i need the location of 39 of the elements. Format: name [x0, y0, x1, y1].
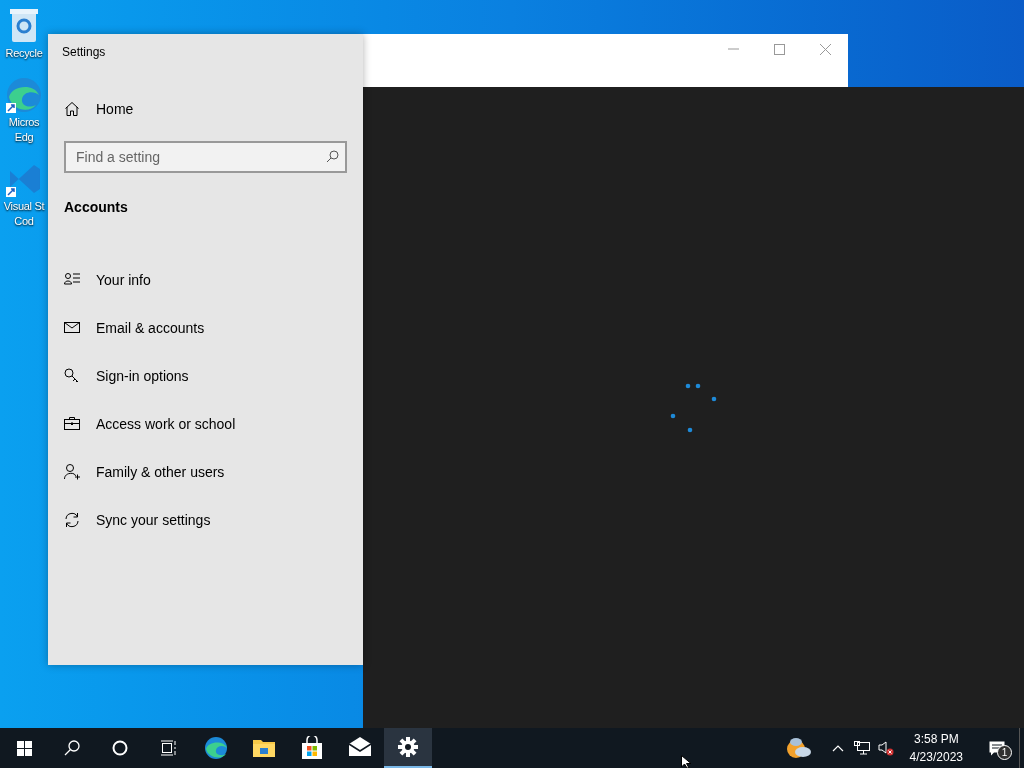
muted-speaker-icon[interactable] [877, 740, 894, 756]
loading-spinner [669, 382, 719, 434]
search-icon [326, 150, 339, 163]
nav-item[interactable]: Email & accounts [48, 304, 363, 352]
key-icon [64, 368, 80, 384]
notification-badge: 1 [997, 745, 1012, 760]
envelope-icon [64, 320, 80, 336]
close-icon [819, 43, 831, 55]
weather-icon[interactable] [785, 737, 812, 759]
nav-item[interactable]: Access work or school [48, 400, 363, 448]
window-title: Settings [62, 44, 106, 61]
network-icon[interactable] [853, 741, 870, 755]
start-icon [15, 739, 33, 757]
gear-icon [398, 737, 418, 757]
nav-item[interactable]: Sign-in options [48, 352, 363, 400]
person-add-icon [64, 464, 80, 480]
contact-card-icon [64, 272, 80, 288]
home-icon [64, 101, 80, 117]
minimize-icon [727, 48, 739, 50]
nav-item[interactable]: Sync your settings [48, 496, 363, 544]
clock-button[interactable]: 3:58 PM 4/23/2023 [903, 730, 969, 766]
shopping-bag-icon [300, 736, 324, 760]
nav-item[interactable]: Family & other users [48, 448, 363, 496]
home-nav-item[interactable]: Home [48, 85, 363, 133]
search-field[interactable]: Find a setting [64, 141, 347, 173]
maximize-icon [773, 43, 785, 55]
circle-icon [112, 740, 128, 756]
briefcase-icon [64, 416, 80, 432]
nav-item[interactable]: Your info [48, 256, 363, 304]
section-heading: Accounts [64, 198, 128, 217]
edge-logo-icon[interactable] [4, 75, 44, 115]
chevron-up-icon[interactable] [831, 744, 844, 752]
task-view-icon [160, 740, 176, 756]
action-center-button[interactable]: 1 [975, 728, 1019, 768]
taskbar-button[interactable] [384, 728, 432, 768]
search-icon [64, 740, 80, 756]
sync-icon [64, 512, 80, 528]
mouse-cursor [681, 755, 692, 768]
edge-logo-icon [204, 736, 228, 760]
